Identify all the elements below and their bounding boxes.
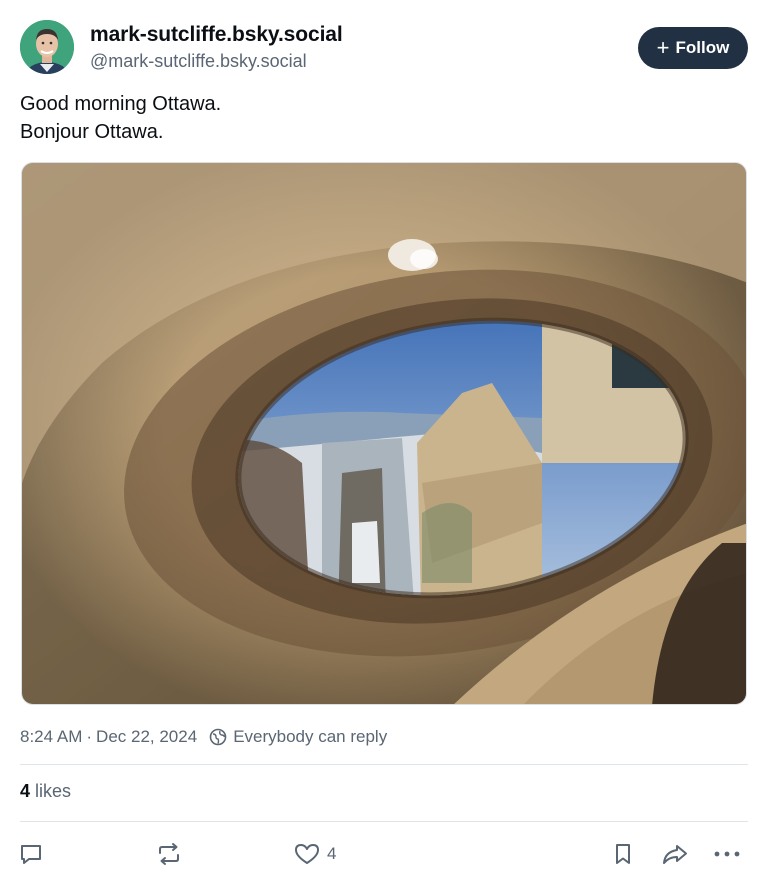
- share-button[interactable]: [660, 836, 690, 872]
- post-header: mark-sutcliffe.bsky.social @mark-sutclif…: [20, 20, 748, 76]
- post-date: Dec 22, 2024: [96, 727, 198, 746]
- divider: [20, 821, 748, 822]
- repost-button[interactable]: [155, 836, 183, 872]
- plus-icon: +: [656, 35, 670, 60]
- reply-button[interactable]: [18, 836, 44, 872]
- globe-icon: [209, 728, 227, 746]
- display-name[interactable]: mark-sutcliffe.bsky.social: [90, 23, 343, 47]
- heart-icon: [293, 841, 321, 867]
- reply-icon: [18, 841, 44, 867]
- more-button[interactable]: [712, 836, 742, 872]
- follow-button[interactable]: + Follow: [638, 27, 748, 69]
- post-image[interactable]: [21, 162, 747, 705]
- share-icon: [660, 841, 690, 867]
- follow-button-label: Follow: [675, 38, 730, 57]
- more-icon: [712, 841, 742, 867]
- likes-number: 4: [20, 781, 31, 801]
- repost-icon: [155, 841, 183, 867]
- likes-count[interactable]: 4 likes: [20, 781, 71, 802]
- post-meta: 8:24 AM · Dec 22, 2024 Everybody can rep…: [20, 727, 387, 747]
- meta-separator: ·: [86, 727, 93, 746]
- reply-setting[interactable]: Everybody can reply: [233, 727, 387, 747]
- bookmark-button[interactable]: [610, 836, 636, 872]
- divider: [20, 764, 748, 765]
- post-text-line: Bonjour Ottawa.: [20, 121, 164, 143]
- bookmark-icon: [610, 841, 636, 867]
- post-text: Good morning Ottawa. Bonjour Ottawa.: [20, 90, 748, 146]
- action-bar: 4: [0, 836, 768, 872]
- like-count: 4: [327, 844, 337, 863]
- post-time: 8:24 AM: [20, 727, 83, 746]
- post-text-line: Good morning Ottawa.: [20, 93, 222, 115]
- avatar[interactable]: [20, 20, 74, 74]
- likes-label: likes: [35, 781, 72, 801]
- handle[interactable]: @mark-sutcliffe.bsky.social: [90, 51, 307, 72]
- like-button[interactable]: 4: [293, 836, 336, 872]
